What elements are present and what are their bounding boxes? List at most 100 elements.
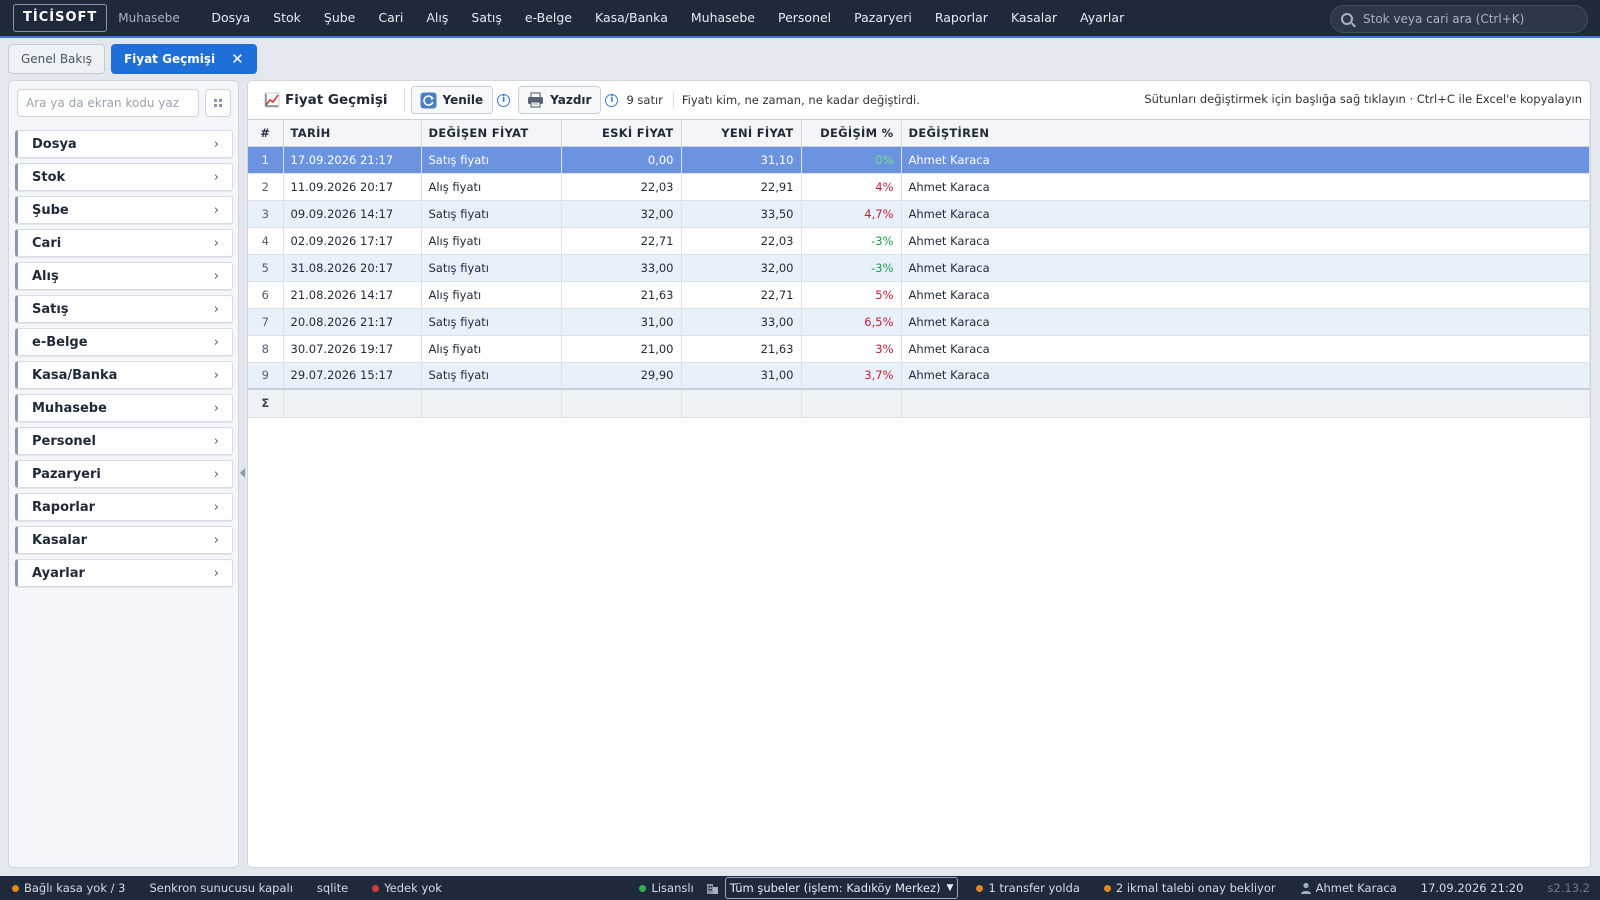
- menu-item-stok[interactable]: Stok: [262, 0, 313, 36]
- column-header-old-price[interactable]: ESKİ FİYAT: [561, 120, 682, 147]
- cell-index[interactable]: 2: [248, 173, 284, 201]
- cell-change-pct[interactable]: 3,7%: [801, 362, 902, 390]
- sidebar-item-muhasebe[interactable]: Muhasebe ›: [15, 394, 233, 422]
- status-transfer[interactable]: 1 transfer yolda: [964, 881, 1091, 895]
- info-icon[interactable]: i: [497, 93, 511, 107]
- cell-date[interactable]: 30.07.2026 19:17: [283, 335, 422, 363]
- cell-date[interactable]: 02.09.2026 17:17: [283, 227, 422, 255]
- cell-price-type[interactable]: Alış fiyatı: [421, 335, 562, 363]
- app-logo[interactable]: TİCİSOFT: [13, 4, 108, 32]
- cell-old-price[interactable]: 33,00: [561, 254, 682, 282]
- column-header-change-pct[interactable]: DEĞİŞİM %: [801, 120, 902, 147]
- sidebar-item-kasa-banka[interactable]: Kasa/Banka ›: [15, 361, 233, 389]
- tab-fiyat-gecmisi[interactable]: Fiyat Geçmişi ✕: [110, 44, 257, 74]
- table-row[interactable]: 7 20.08.2026 21:17 Satış fiyatı 31,00 33,00 6…: [248, 308, 1590, 336]
- cell-date[interactable]: 17.09.2026 21:17: [283, 146, 422, 174]
- cell-old-price[interactable]: 21,63: [561, 281, 682, 309]
- status-pending[interactable]: 2 ikmal talebi onay bekliyor: [1092, 881, 1288, 895]
- column-header-index[interactable]: #: [248, 120, 284, 147]
- print-button[interactable]: Yazdır: [518, 86, 602, 114]
- cell-changed-by[interactable]: Ahmet Karaca: [901, 308, 1590, 336]
- sidebar-item-sube[interactable]: Şube ›: [15, 196, 233, 224]
- menu-item-ebelge[interactable]: e-Belge: [513, 0, 583, 36]
- cell-price-type[interactable]: Alış fiyatı: [421, 173, 562, 201]
- sidebar-item-stok[interactable]: Stok ›: [15, 163, 233, 191]
- table-row[interactable]: 8 30.07.2026 19:17 Alış fiyatı 21,00 21,63 3%…: [248, 335, 1590, 363]
- column-header-changed-by[interactable]: DEĞİŞTİREN: [901, 120, 1590, 147]
- cell-new-price[interactable]: 31,00: [681, 362, 802, 390]
- cell-change-pct[interactable]: -3%: [801, 254, 902, 282]
- menu-item-pazaryeri[interactable]: Pazaryeri: [843, 0, 924, 36]
- menu-item-ayarlar[interactable]: Ayarlar: [1069, 0, 1136, 36]
- cell-date[interactable]: 21.08.2026 14:17: [283, 281, 422, 309]
- sidebar-item-kasalar[interactable]: Kasalar ›: [15, 526, 233, 554]
- cell-index[interactable]: 5: [248, 254, 284, 282]
- cell-price-type[interactable]: Satış fiyatı: [421, 200, 562, 228]
- cell-price-type[interactable]: Satış fiyatı: [421, 362, 562, 390]
- cell-new-price[interactable]: 33,50: [681, 200, 802, 228]
- menu-item-satis[interactable]: Satış: [460, 0, 513, 36]
- sidebar-grid-button[interactable]: [205, 89, 231, 117]
- cell-change-pct[interactable]: 4%: [801, 173, 902, 201]
- cell-old-price[interactable]: 0,00: [561, 146, 682, 174]
- info-icon[interactable]: i: [605, 93, 619, 107]
- sidebar-item-ayarlar[interactable]: Ayarlar ›: [15, 559, 233, 587]
- cell-index[interactable]: 6: [248, 281, 284, 309]
- cell-price-type[interactable]: Alış fiyatı: [421, 227, 562, 255]
- cell-price-type[interactable]: Satış fiyatı: [421, 146, 562, 174]
- menu-item-sube[interactable]: Şube: [312, 0, 366, 36]
- sidebar-item-satis[interactable]: Satış ›: [15, 295, 233, 323]
- cell-changed-by[interactable]: Ahmet Karaca: [901, 200, 1590, 228]
- sidebar-item-pazaryeri[interactable]: Pazaryeri ›: [15, 460, 233, 488]
- sidebar-search-input[interactable]: [17, 89, 199, 117]
- cell-date[interactable]: 29.07.2026 15:17: [283, 362, 422, 390]
- branch-select[interactable]: Tüm şubeler (işlem: Kadıköy Merkez) ▼: [724, 877, 959, 899]
- sidebar-item-raporlar[interactable]: Raporlar ›: [15, 493, 233, 521]
- menu-item-kasalar[interactable]: Kasalar: [999, 0, 1068, 36]
- sidebar-item-alis[interactable]: Alış ›: [15, 262, 233, 290]
- table-row[interactable]: 3 09.09.2026 14:17 Satış fiyatı 32,00 33,50 4…: [248, 200, 1590, 228]
- cell-index[interactable]: 7: [248, 308, 284, 336]
- cell-old-price[interactable]: 29,90: [561, 362, 682, 390]
- cell-changed-by[interactable]: Ahmet Karaca: [901, 335, 1590, 363]
- cell-old-price[interactable]: 31,00: [561, 308, 682, 336]
- cell-old-price[interactable]: 21,00: [561, 335, 682, 363]
- cell-date[interactable]: 09.09.2026 14:17: [283, 200, 422, 228]
- cell-change-pct[interactable]: 0%: [801, 146, 902, 174]
- table-row[interactable]: 5 31.08.2026 20:17 Satış fiyatı 33,00 32,00-…: [248, 254, 1590, 282]
- table-row[interactable]: 1 17.09.2026 21:17 Satış fiyatı 0,00 31,10 0%…: [248, 146, 1590, 174]
- cell-new-price[interactable]: 22,71: [681, 281, 802, 309]
- cell-price-type[interactable]: Alış fiyatı: [421, 281, 562, 309]
- cell-change-pct[interactable]: 3%: [801, 335, 902, 363]
- global-search-input[interactable]: [1363, 12, 1573, 26]
- cell-change-pct[interactable]: 6,5%: [801, 308, 902, 336]
- menu-item-dosya[interactable]: Dosya: [200, 0, 262, 36]
- tab-genel-bakis[interactable]: Genel Bakış: [8, 44, 105, 74]
- sidebar-item-dosya[interactable]: Dosya ›: [15, 130, 233, 158]
- column-header-new-price[interactable]: YENİ FİYAT: [681, 120, 802, 147]
- cell-date[interactable]: 20.08.2026 21:17: [283, 308, 422, 336]
- sidebar-item-ebelge[interactable]: e-Belge ›: [15, 328, 233, 356]
- cell-price-type[interactable]: Satış fiyatı: [421, 254, 562, 282]
- table-row[interactable]: 6 21.08.2026 14:17 Alış fiyatı 21,63 22,71 5%…: [248, 281, 1590, 309]
- cell-changed-by[interactable]: Ahmet Karaca: [901, 281, 1590, 309]
- menu-item-cari[interactable]: Cari: [367, 0, 415, 36]
- cell-change-pct[interactable]: -3%: [801, 227, 902, 255]
- cell-new-price[interactable]: 33,00: [681, 308, 802, 336]
- cell-price-type[interactable]: Satış fiyatı: [421, 308, 562, 336]
- cell-changed-by[interactable]: Ahmet Karaca: [901, 362, 1590, 390]
- cell-old-price[interactable]: 32,00: [561, 200, 682, 228]
- menu-item-kasa-banka[interactable]: Kasa/Banka: [584, 0, 680, 36]
- column-header-price-type[interactable]: DEĞİŞEN FİYAT: [421, 120, 562, 147]
- column-header-date[interactable]: TARİH: [283, 120, 422, 147]
- cell-new-price[interactable]: 22,03: [681, 227, 802, 255]
- global-search[interactable]: [1330, 5, 1588, 33]
- close-icon[interactable]: ✕: [231, 51, 244, 67]
- cell-change-pct[interactable]: 4,7%: [801, 200, 902, 228]
- cell-date[interactable]: 31.08.2026 20:17: [283, 254, 422, 282]
- cell-index[interactable]: 3: [248, 200, 284, 228]
- cell-old-price[interactable]: 22,71: [561, 227, 682, 255]
- cell-new-price[interactable]: 31,10: [681, 146, 802, 174]
- cell-changed-by[interactable]: Ahmet Karaca: [901, 173, 1590, 201]
- sidebar-collapse-handle[interactable]: [240, 468, 245, 478]
